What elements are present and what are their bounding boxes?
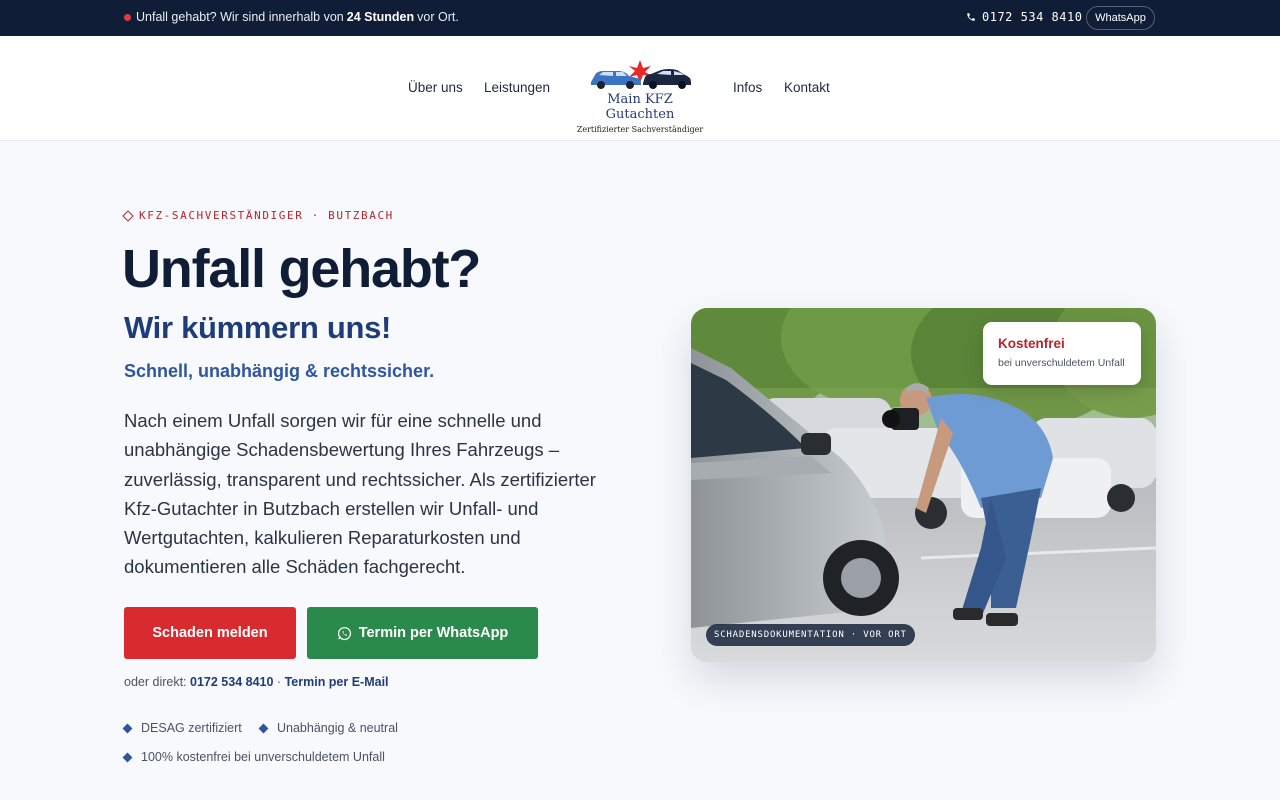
whatsapp-appointment-button[interactable]: Termin per WhatsApp [307,607,538,659]
eyebrow-text: KFZ-SACHVERSTÄNDIGER · BUTZBACH [139,209,394,222]
feature-text: 100% kostenfrei bei unverschuldetem Unfa… [141,750,385,764]
feature-item: Unabhängig & neutral [258,721,398,735]
topbar-phone-link[interactable]: 0172 534 8410 [966,10,1082,24]
nav-item-leistungen[interactable]: Leistungen [484,80,550,95]
notice-text-post: vor Ort. [417,10,459,24]
direct-email-link[interactable]: Termin per E-Mail [285,675,389,689]
direct-separator: · [276,675,282,689]
hero-lead-text: Nach einem Unfall sorgen wir für eine sc… [124,410,596,578]
feature-text: Unabhängig & neutral [277,721,398,735]
direct-contact-line: oder direkt: 0172 534 8410 · Termin per … [124,675,389,689]
diamond-icon [122,209,134,222]
photo-caption: SCHADENSDOKUMENTATION · VOR ORT [706,624,915,646]
nav-item-ueber-uns[interactable]: Über uns [408,80,463,95]
report-damage-label: Schaden melden [152,625,268,641]
brand-logo[interactable]: Main KFZ Gutachten Zertifizierter Sachve… [572,58,708,134]
hero-title: Unfall gehabt? [122,239,481,299]
emergency-notice: Unfall gehabt? Wir sind innerhalb von 24… [124,10,459,24]
main-navigation: Über uns Leistungen Main KFZ Gutachten Z… [0,36,1280,141]
feature-item: 100% kostenfrei bei unverschuldetem Unfa… [122,750,385,764]
notice-text-bold: 24 Stunden [346,10,415,24]
phone-icon [967,13,975,21]
nav-item-infos[interactable]: Infos [733,80,762,95]
direct-prefix: oder direkt: [124,675,187,689]
whatsapp-icon [337,626,351,640]
whatsapp-appointment-label: Termin per WhatsApp [358,625,509,641]
hero-tagline: Schnell, unabhängig & rechtssicher. [124,361,435,381]
alert-dot-icon [124,13,131,21]
logo-brand-name: Main KFZ Gutachten [605,92,675,122]
topbar-phone-number: 0172 534 8410 [982,10,1083,24]
report-damage-button[interactable]: Schaden melden [124,607,296,659]
crash-cars-logo-icon [591,60,691,89]
direct-phone-link[interactable]: 0172 534 8410 [190,675,273,689]
free-of-charge-badge: Kostenfrei bei unverschuldetem Unfall [983,322,1141,385]
top-bar: Unfall gehabt? Wir sind innerhalb von 24… [0,0,1280,36]
logo-tagline: Zertifizierter Sachverständiger [576,125,704,134]
hero-subtitle: Wir kümmern uns! [124,310,392,345]
nav-item-kontakt[interactable]: Kontakt [784,80,830,95]
notice-text-pre: Unfall gehabt? Wir sind innerhalb von [136,10,344,24]
hero-eyebrow: KFZ-SACHVERSTÄNDIGER · BUTZBACH [122,209,394,222]
diamond-bullet-icon [122,723,133,733]
feature-text: DESAG zertifiziert [141,721,242,735]
topbar-whatsapp-button[interactable]: WhatsApp [1086,6,1155,30]
diamond-bullet-icon [122,752,133,762]
badge-title: Kostenfrei [998,336,1065,351]
feature-item: DESAG zertifiziert [122,721,242,735]
badge-subtitle: bei unverschuldetem Unfall [998,357,1125,369]
diamond-bullet-icon [258,723,269,733]
